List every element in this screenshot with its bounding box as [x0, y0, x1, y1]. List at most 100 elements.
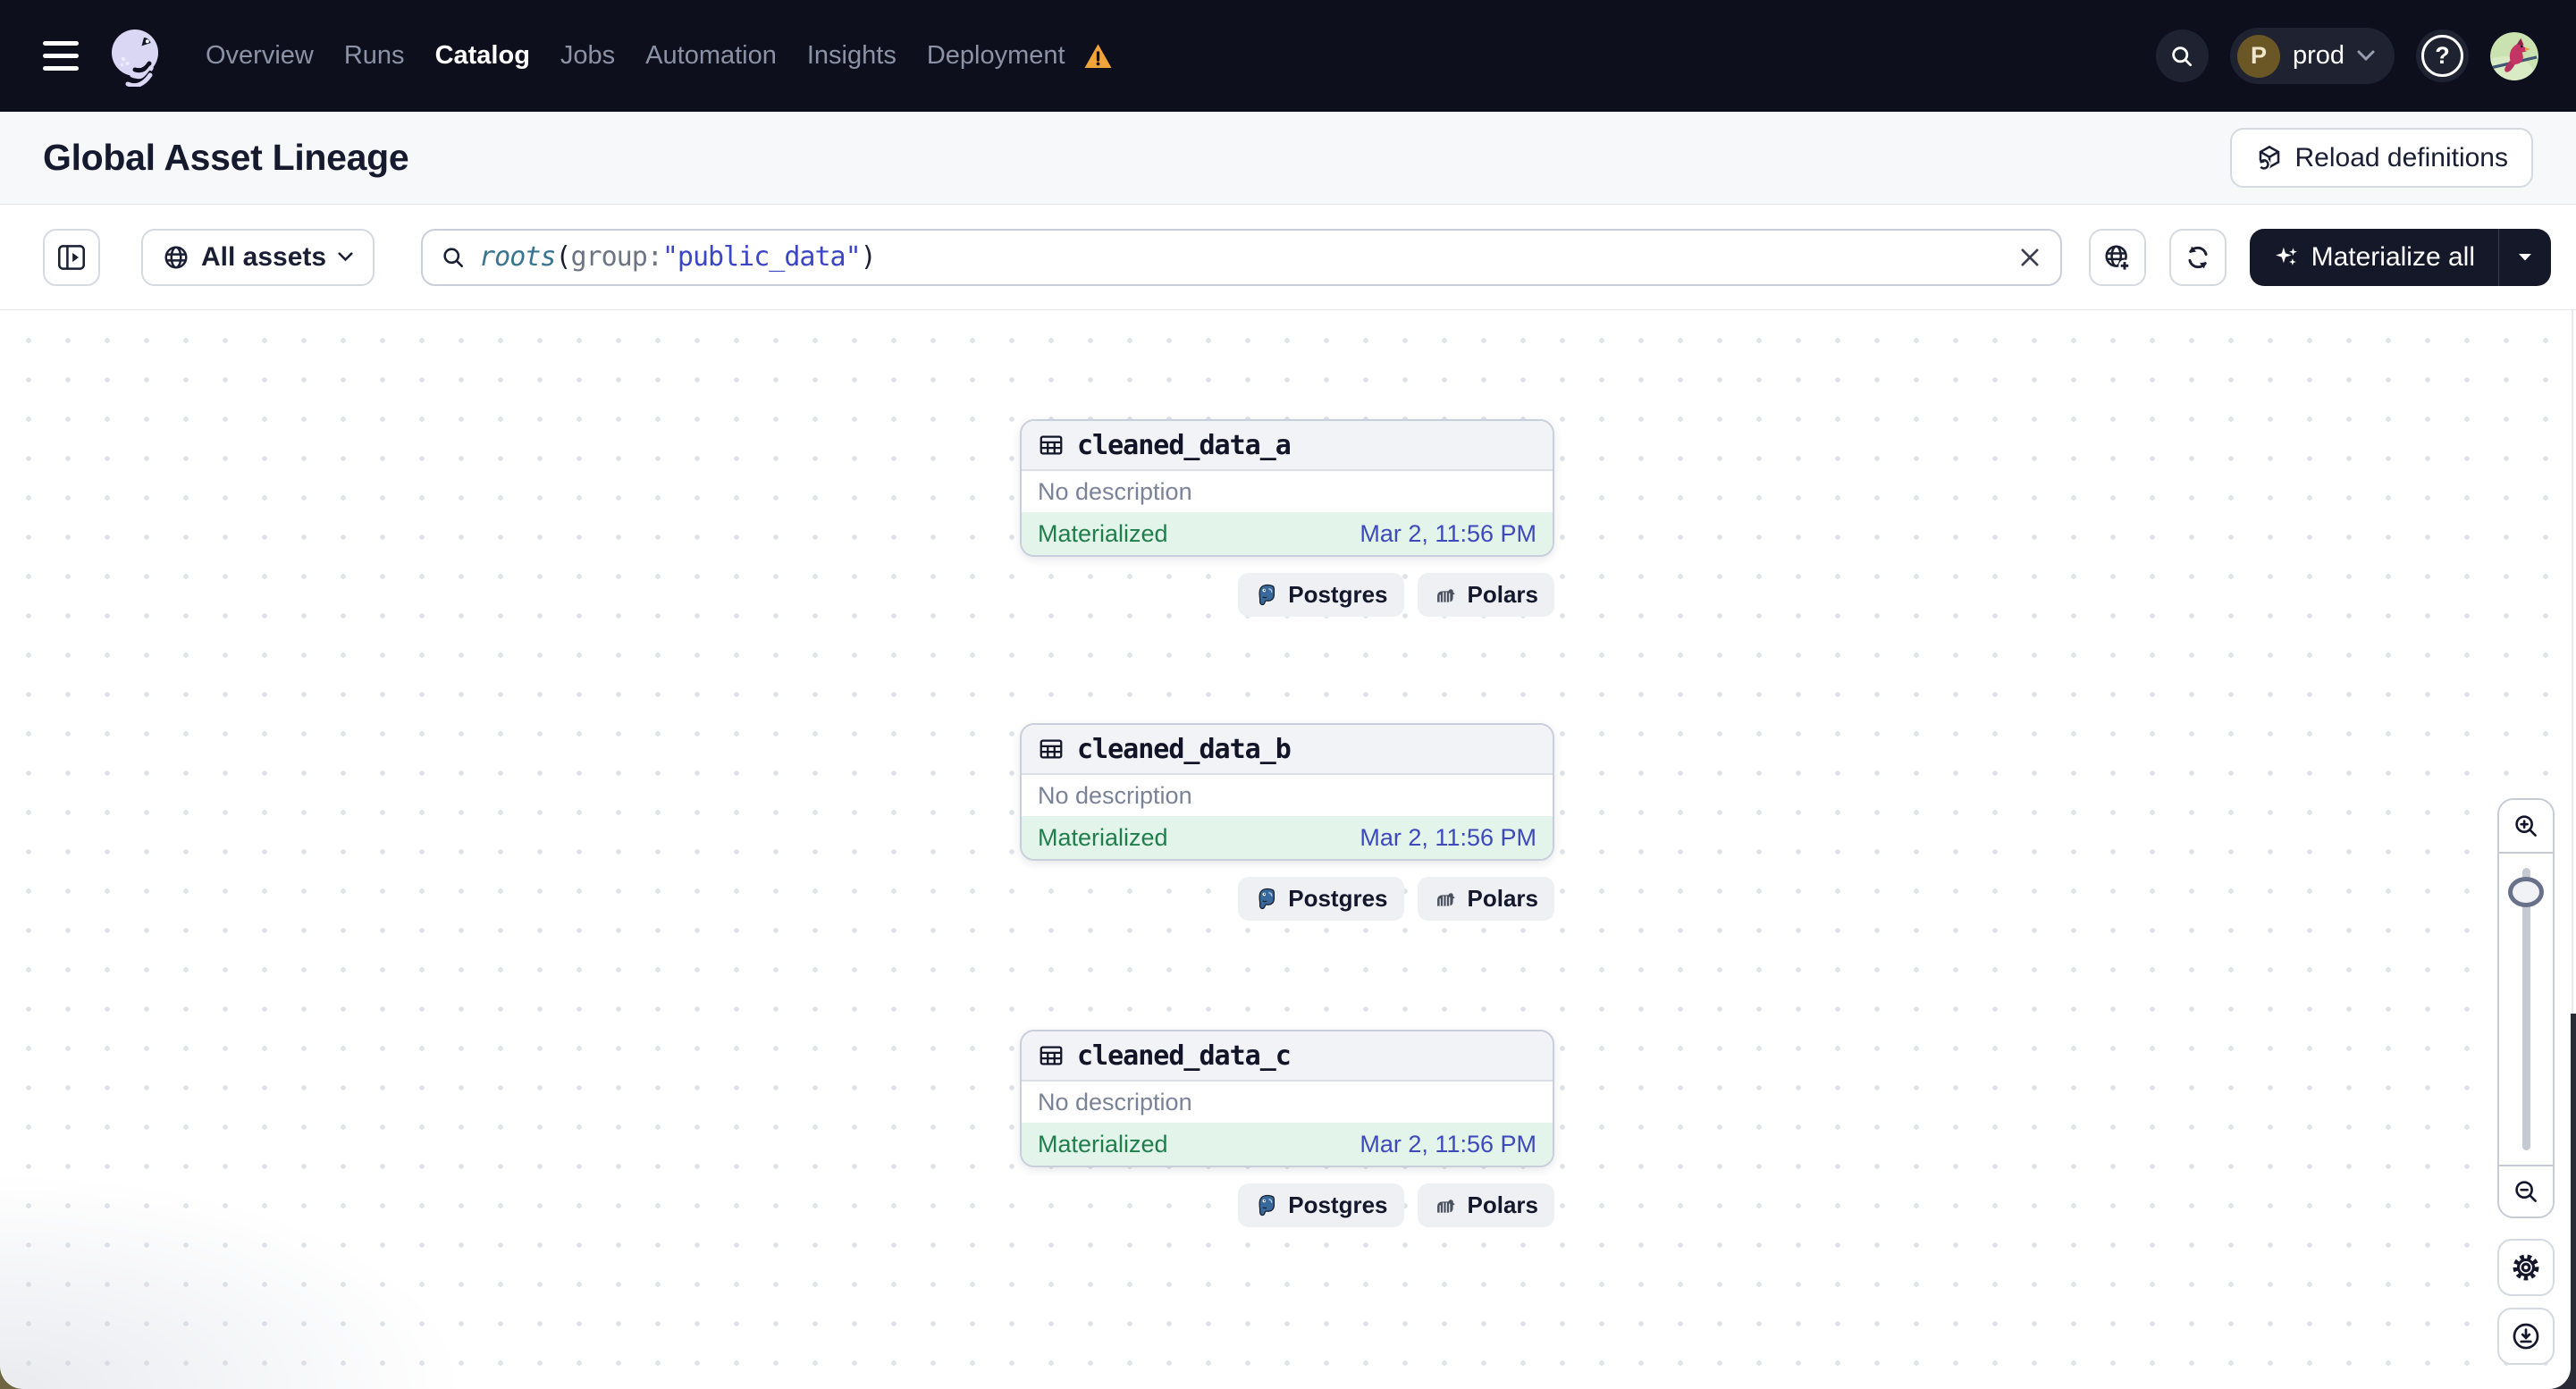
materialization-timestamp[interactable]: Mar 2, 11:56 PM	[1360, 1131, 1536, 1158]
user-avatar[interactable]	[2490, 31, 2538, 80]
primary-nav: Overview Runs Catalog Jobs Automation In…	[206, 41, 1113, 71]
asset-node-cleaned-data-a[interactable]: cleaned_data_a No description Materializ…	[1020, 419, 1554, 617]
nav-item-catalog[interactable]: Catalog	[435, 41, 530, 71]
asset-tags: Postgres Polars	[1020, 573, 1554, 617]
asset-card-header: cleaned_data_c	[1022, 1031, 1553, 1082]
reload-definitions-button[interactable]: Reload definitions	[2229, 128, 2533, 188]
dagster-logo-icon[interactable]	[105, 26, 166, 87]
chevron-down-icon	[2519, 254, 2531, 261]
asset-node-cleaned-data-c[interactable]: cleaned_data_c No description Materializ…	[1020, 1030, 1554, 1227]
zoom-in-icon	[2515, 815, 2537, 837]
download-icon	[2513, 1323, 2539, 1350]
tag-label: Postgres	[1288, 1191, 1388, 1218]
nav-item-overview[interactable]: Overview	[206, 41, 314, 71]
minimap-glow	[0, 1166, 483, 1389]
zoom-slider[interactable]	[2499, 852, 2553, 1166]
materialize-options-dropdown[interactable]	[2499, 229, 2551, 286]
asset-selection-input[interactable]: roots(group:"public_data")	[421, 228, 2062, 286]
tag-polars[interactable]: Polars	[1417, 877, 1554, 921]
asset-tags: Postgres Polars	[1020, 877, 1554, 921]
canvas-right-edge	[2572, 310, 2573, 1014]
asset-card[interactable]: cleaned_data_b No description Materializ…	[1020, 723, 1554, 861]
chevron-down-icon	[338, 252, 353, 262]
refresh-graph-button[interactable]	[2168, 228, 2227, 286]
download-image-button[interactable]	[2497, 1308, 2555, 1365]
postgres-icon	[1259, 888, 1275, 909]
asset-card-body: No description	[1022, 471, 1553, 512]
asset-name: cleaned_data_c	[1077, 1040, 1292, 1072]
asset-name: cleaned_data_a	[1077, 429, 1292, 461]
materialization-timestamp[interactable]: Mar 2, 11:56 PM	[1360, 824, 1536, 852]
refresh-icon	[2188, 245, 2208, 269]
materialize-all-button[interactable]: Materialize all	[2250, 229, 2498, 286]
zoom-slider-track[interactable]	[2521, 868, 2530, 1150]
zoom-slider-handle[interactable]	[2508, 877, 2544, 907]
zoom-in-button[interactable]	[2499, 800, 2553, 852]
open-left-panel-button[interactable]	[43, 228, 100, 286]
asset-card-header: cleaned_data_b	[1022, 725, 1553, 775]
tag-label: Postgres	[1288, 885, 1388, 912]
reload-cube-icon	[2257, 145, 2279, 171]
nav-item-insights[interactable]: Insights	[807, 41, 897, 71]
asset-card[interactable]: cleaned_data_a No description Materializ…	[1020, 419, 1554, 557]
tag-postgres[interactable]: Postgres	[1238, 877, 1404, 921]
asset-card-header: cleaned_data_a	[1022, 421, 1553, 471]
tag-polars[interactable]: Polars	[1417, 573, 1554, 617]
deployment-badge: P	[2236, 34, 2280, 78]
chevron-down-icon	[2357, 50, 2375, 62]
nav-item-automation[interactable]: Automation	[645, 41, 777, 71]
asset-card-footer: Materialized Mar 2, 11:56 PM	[1022, 512, 1553, 555]
page-title: Global Asset Lineage	[43, 137, 409, 178]
graph-settings-button[interactable]	[2497, 1239, 2555, 1296]
asset-node-cleaned-data-b[interactable]: cleaned_data_b No description Materializ…	[1020, 723, 1554, 921]
materialization-timestamp[interactable]: Mar 2, 11:56 PM	[1360, 520, 1536, 548]
deployment-switcher[interactable]: P prod	[2229, 28, 2395, 84]
view-full-lineage-button[interactable]	[2088, 228, 2146, 286]
materialize-all-split-button: Materialize all	[2249, 228, 2551, 286]
top-nav-bar: Overview Runs Catalog Jobs Automation In…	[0, 0, 2576, 112]
dagster-app-window: Overview Runs Catalog Jobs Automation In…	[0, 0, 2576, 1389]
search-icon[interactable]	[2155, 29, 2209, 82]
help-icon[interactable]: ?	[2416, 29, 2469, 82]
postgres-icon	[1259, 1194, 1275, 1216]
clear-query-icon[interactable]	[2017, 245, 2042, 270]
nav-right-cluster: P prod ?	[2155, 28, 2538, 84]
tag-postgres[interactable]: Postgres	[1238, 573, 1404, 617]
search-icon	[443, 247, 464, 267]
asset-name: cleaned_data_b	[1077, 733, 1292, 765]
materialize-all-label: Materialize all	[2311, 241, 2475, 272]
asset-card-body: No description	[1022, 775, 1553, 816]
gear-icon	[2513, 1254, 2539, 1281]
zoom-out-icon	[2515, 1181, 2537, 1202]
nav-item-jobs[interactable]: Jobs	[560, 41, 615, 71]
selection-query: roots(group:"public_data")	[479, 241, 877, 273]
materialized-status: Materialized	[1038, 519, 1168, 547]
globe-icon	[164, 246, 188, 268]
tag-label: Polars	[1467, 1191, 1539, 1218]
deployment-warning-icon[interactable]	[1083, 43, 1113, 70]
asset-card[interactable]: cleaned_data_c No description Materializ…	[1020, 1030, 1554, 1167]
asset-tags: Postgres Polars	[1020, 1183, 1554, 1227]
asset-description: No description	[1038, 477, 1192, 505]
asset-card-footer: Materialized Mar 2, 11:56 PM	[1022, 1123, 1553, 1166]
hamburger-menu-icon[interactable]	[43, 41, 79, 71]
lineage-graph-canvas[interactable]: cleaned_data_a No description Materializ…	[0, 310, 2576, 1389]
page-header: Global Asset Lineage Reload definitions	[0, 112, 2576, 205]
table-icon	[1040, 739, 1063, 759]
asset-scope-dropdown[interactable]: All assets	[141, 228, 375, 286]
asset-card-footer: Materialized Mar 2, 11:56 PM	[1022, 816, 1553, 859]
nav-item-runs[interactable]: Runs	[344, 41, 405, 71]
tag-polars[interactable]: Polars	[1417, 1183, 1554, 1227]
panel-expand-icon	[58, 244, 85, 270]
polars-icon	[1436, 588, 1455, 602]
polars-icon	[1436, 1199, 1455, 1213]
zoom-out-button[interactable]	[2499, 1166, 2553, 1216]
asset-description: No description	[1038, 1088, 1192, 1115]
postgres-icon	[1259, 584, 1275, 605]
nav-item-deployment[interactable]: Deployment	[927, 41, 1065, 71]
materialized-status: Materialized	[1038, 1130, 1168, 1158]
tag-postgres[interactable]: Postgres	[1238, 1183, 1404, 1227]
tag-label: Polars	[1467, 581, 1539, 608]
materialized-status: Materialized	[1038, 823, 1168, 851]
lineage-toolbar: All assets roots(group:"public_data") Ma…	[0, 205, 2576, 310]
